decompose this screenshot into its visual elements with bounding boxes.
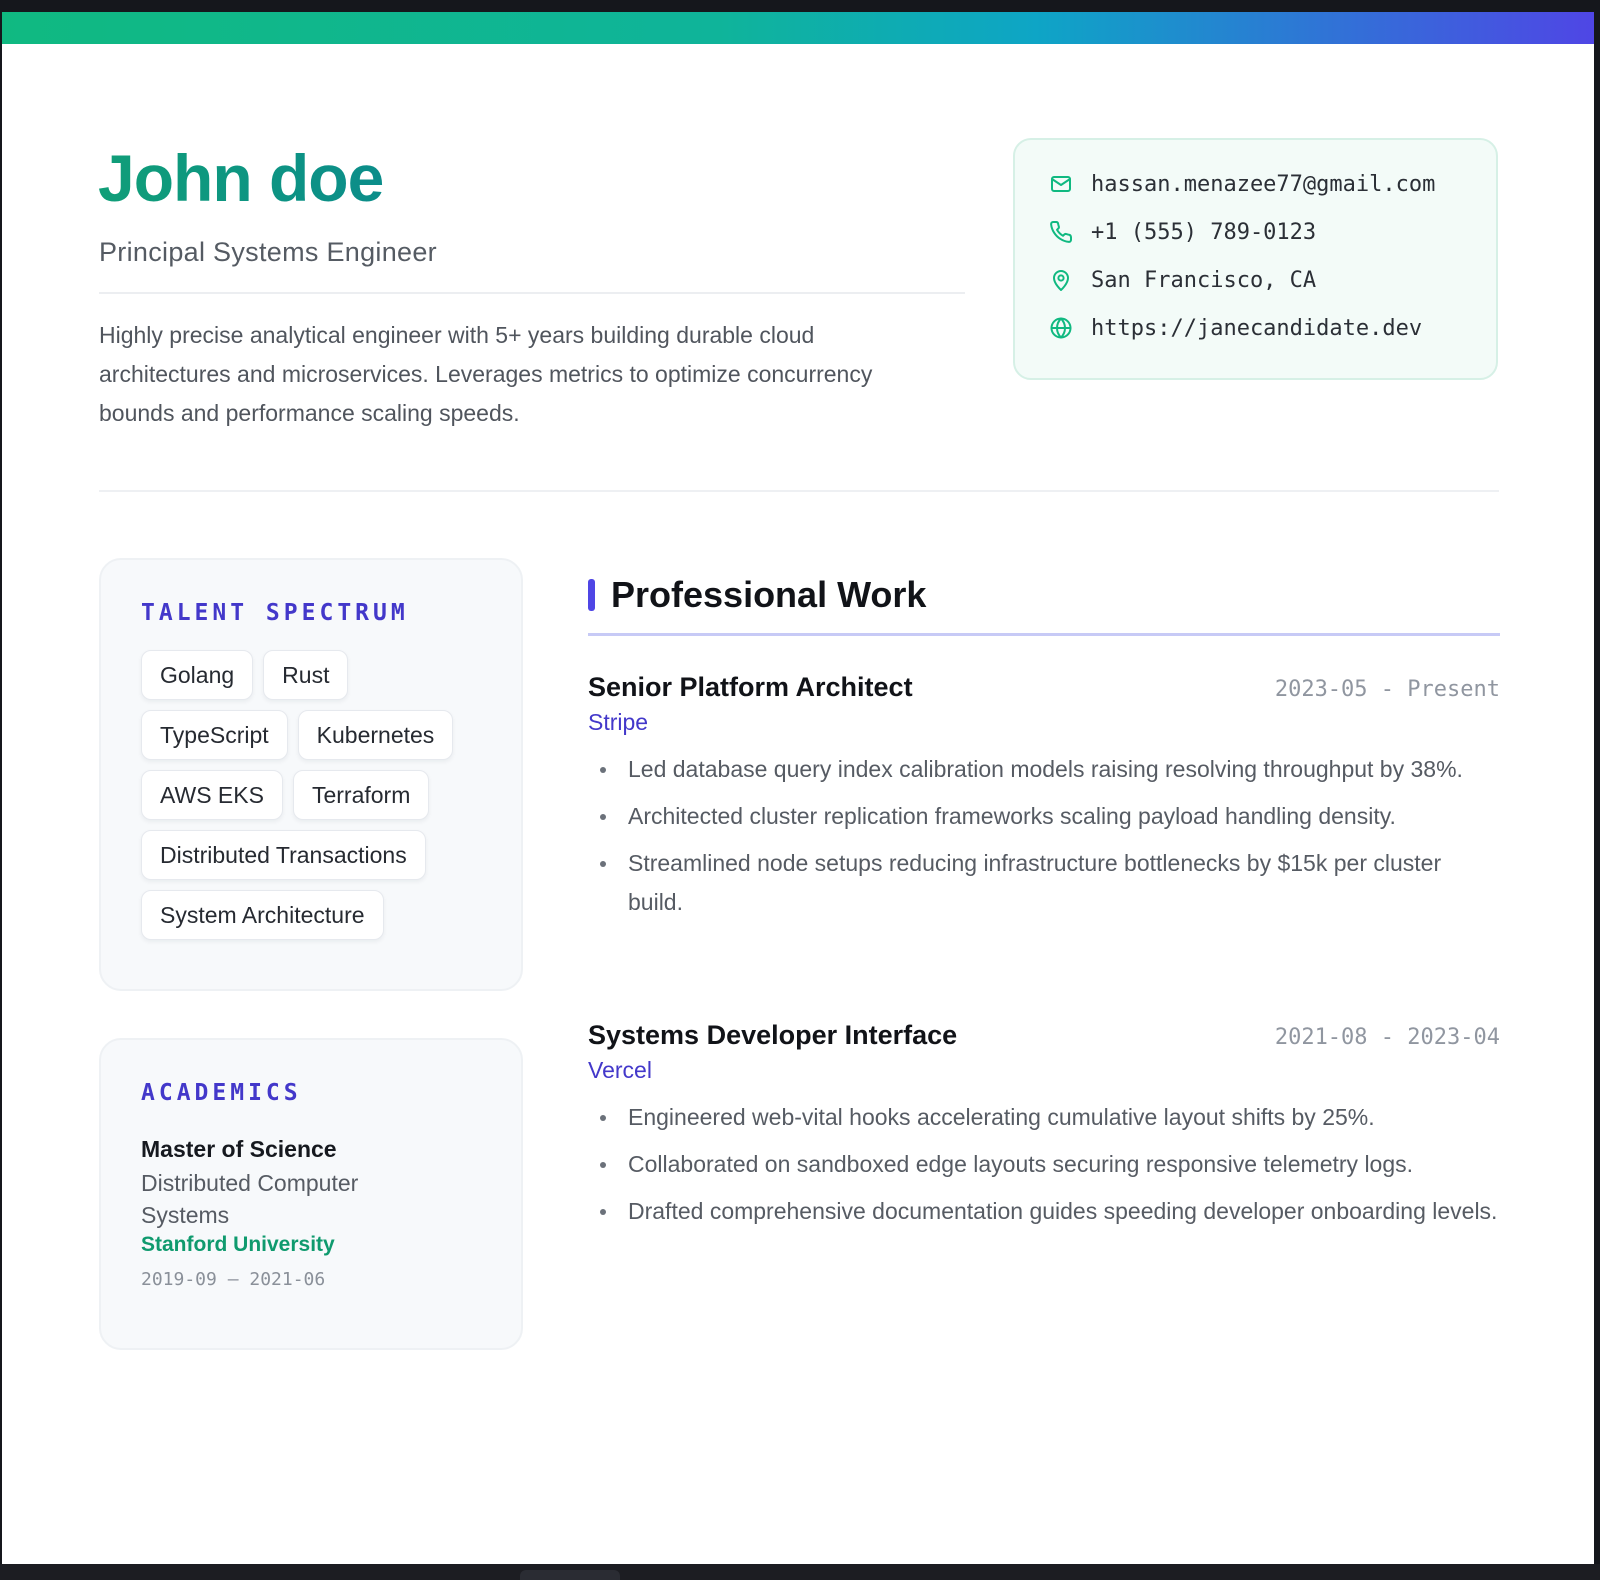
title-divider — [99, 292, 965, 294]
globe-icon — [1047, 314, 1075, 342]
email-text: hassan.menazee77@gmail.com — [1091, 171, 1436, 197]
job-bullet: Led database query index calibration mod… — [588, 750, 1500, 789]
job-bullet: Collaborated on sandboxed edge layouts s… — [588, 1145, 1500, 1184]
job-role: Senior Platform Architect — [588, 672, 913, 702]
phone-text: +1 (555) 789-0123 — [1091, 219, 1317, 245]
skill-tag: Golang — [141, 650, 254, 700]
job-bullets: Led database query index calibration mod… — [588, 750, 1500, 922]
job-role: Systems Developer Interface — [588, 1020, 958, 1050]
work-heading-label: Professional Work — [611, 574, 927, 615]
contact-website[interactable]: https://janecandidate.dev — [1047, 304, 1496, 352]
contact-phone[interactable]: +1 (555) 789-0123 — [1047, 208, 1496, 256]
job-company: Stripe — [588, 709, 649, 735]
skill-tag: Rust — [263, 650, 349, 700]
work-heading-rule — [588, 633, 1500, 636]
work-section-heading: Professional Work — [588, 574, 926, 616]
skill-tag: System Architecture — [141, 890, 384, 940]
job-title: Principal Systems Engineer — [99, 237, 437, 267]
resume-page: John doe Principal Systems Engineer High… — [2, 12, 1594, 1564]
website-link[interactable]: https://janecandidate.dev — [1091, 316, 1422, 341]
job-entry: Senior Platform Architect 2023-05 - Pres… — [588, 672, 1500, 930]
section-divider — [99, 490, 1499, 492]
school-name: Stanford University — [141, 1233, 335, 1256]
skills-heading: TALENT SPECTRUM — [141, 600, 409, 626]
degree-field: Distributed Computer Systems — [141, 1170, 359, 1228]
skill-tag: Distributed Transactions — [141, 830, 426, 880]
top-accent-bar — [2, 12, 1594, 44]
skill-tag: Terraform — [292, 770, 430, 820]
education-card: ACADEMICS Master of Science Distributed … — [99, 1038, 523, 1350]
skill-tag-list: Golang Rust TypeScript Kubernetes AWS EK… — [141, 650, 501, 940]
phone-icon — [1047, 218, 1075, 246]
heading-accent-mark — [588, 579, 595, 611]
contact-email[interactable]: hassan.menazee77@gmail.com — [1047, 160, 1496, 208]
job-company: Vercel — [588, 1057, 652, 1083]
contact-card: hassan.menazee77@gmail.com +1 (555) 789-… — [1013, 138, 1498, 380]
window-bottom-edge — [0, 1564, 1600, 1580]
job-bullet: Architected cluster replication framewor… — [588, 797, 1500, 836]
degree-title: Master of Science — [141, 1136, 337, 1162]
job-bullet: Streamlined node setups reducing infrast… — [588, 844, 1500, 922]
skill-tag: Kubernetes — [297, 710, 454, 760]
job-dates: 2023-05 - Present — [1274, 677, 1500, 702]
job-bullets: Engineered web-vital hooks accelerating … — [588, 1098, 1500, 1231]
education-dates: 2019-09 — 2021-06 — [141, 1269, 326, 1290]
map-pin-icon — [1047, 266, 1075, 294]
contact-location: San Francisco, CA — [1047, 256, 1496, 304]
skill-tag: AWS EKS — [141, 770, 283, 820]
location-text: San Francisco, CA — [1091, 267, 1317, 293]
job-bullet: Engineered web-vital hooks accelerating … — [588, 1098, 1500, 1137]
job-entry: Systems Developer Interface 2021-08 - 20… — [588, 1020, 1500, 1239]
candidate-name: John doe — [98, 141, 384, 215]
summary-text: Highly precise analytical engineer with … — [99, 322, 873, 426]
job-bullet: Drafted comprehensive documentation guid… — [588, 1192, 1500, 1231]
job-dates: 2021-08 - 2023-04 — [1274, 1025, 1500, 1050]
scroll-handle[interactable] — [520, 1570, 620, 1580]
skills-card: TALENT SPECTRUM Golang Rust TypeScript K… — [99, 558, 523, 991]
skill-tag: TypeScript — [141, 710, 288, 760]
education-heading: ACADEMICS — [141, 1080, 302, 1106]
mail-icon — [1047, 170, 1075, 198]
